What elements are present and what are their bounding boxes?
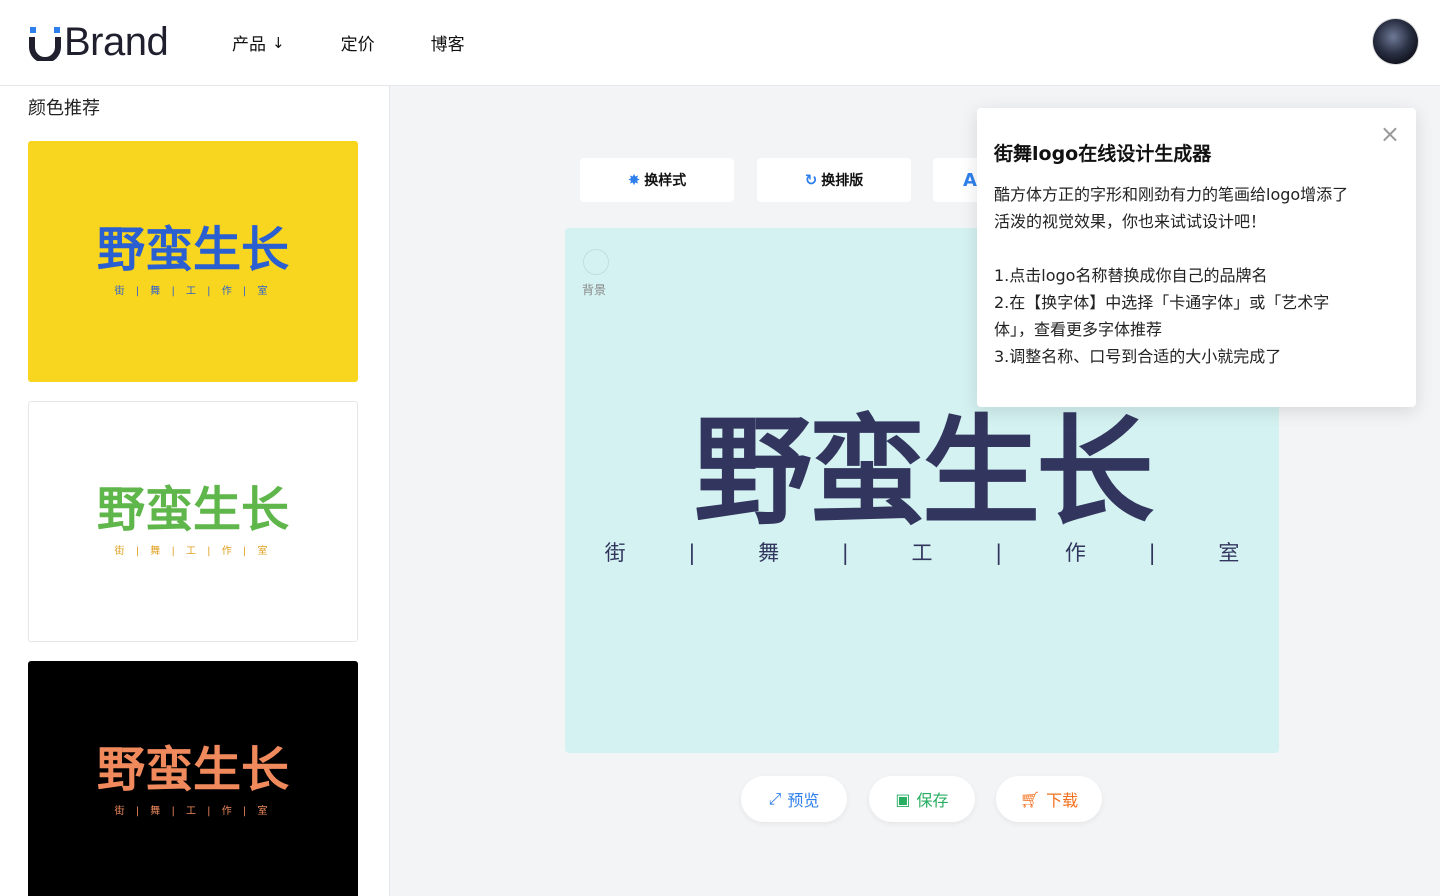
nav-item-pricing[interactable]: 定价	[341, 30, 375, 55]
swatch-sub-text: 街 | 舞 | 工 | 作 | 室	[114, 286, 272, 297]
download-label: 下载	[1046, 791, 1079, 810]
color-sidebar: 颜色推荐 野蛮生长 街 | 舞 | 工 | 作 | 室 野蛮生长 街 | 舞 |…	[0, 86, 390, 896]
nav-item-blog[interactable]: 博客	[431, 30, 465, 55]
close-icon[interactable]: ×	[1380, 122, 1400, 146]
popup-intro-line: 活泼的视觉效果，你也来试试设计吧！	[994, 212, 1267, 231]
save-button[interactable]: ▣ 保存	[869, 776, 975, 822]
change-style-button[interactable]: ✸ 换样式	[580, 158, 734, 202]
swatch-sub-text: 街 | 舞 | 工 | 作 | 室	[114, 546, 272, 557]
expand-icon: ⤢	[768, 789, 782, 808]
popup-step: 1.点击logo名称替换成你自己的品牌名	[994, 266, 1268, 285]
save-label: 保存	[916, 791, 949, 810]
guide-popup: × 街舞logo在线设计生成器 酷方体方正的字形和刚劲有力的笔画给logo增添了…	[977, 108, 1416, 407]
top-header: Brand 产品 ↓ 定价 博客	[0, 0, 1440, 86]
user-avatar[interactable]	[1373, 19, 1418, 64]
popup-step: 3.调整名称、口号到合适的大小就完成了	[994, 347, 1282, 366]
download-button[interactable]: 🛒︎ 下载	[996, 776, 1102, 822]
logo-slogan-text[interactable]: 街 | 舞 | 工 | 作 | 室	[565, 537, 1279, 567]
sidebar-title: 颜色推荐	[28, 98, 100, 119]
change-layout-label: 换排版	[821, 173, 864, 189]
arrow-down-icon: ↓	[272, 33, 285, 52]
logo-u-icon	[28, 23, 62, 63]
star-icon: ✸	[627, 171, 641, 189]
popup-body: 酷方体方正的字形和刚劲有力的笔画给logo增添了 活泼的视觉效果，你也来试试设计…	[994, 181, 1404, 370]
color-swatch-yellow[interactable]: 野蛮生长 街 | 舞 | 工 | 作 | 室	[28, 141, 358, 382]
background-color-picker[interactable]	[583, 249, 609, 275]
logo-main-text[interactable]: 野蛮生长	[565, 413, 1279, 531]
nav-item-products[interactable]: 产品 ↓	[232, 30, 285, 56]
logo-text: Brand	[64, 19, 169, 64]
cart-icon: 🛒︎	[1019, 789, 1041, 809]
popup-title: 街舞logo在线设计生成器	[994, 143, 1212, 165]
main-nav: 产品 ↓ 定价 博客	[232, 30, 521, 56]
nav-item-label: 博客	[430, 35, 465, 55]
brand-logo[interactable]: Brand	[28, 18, 169, 66]
color-swatch-white[interactable]: 野蛮生长 街 | 舞 | 工 | 作 | 室	[28, 401, 358, 642]
swatch-logo-text: 野蛮生长	[96, 482, 289, 538]
swatch-sub-text: 街 | 舞 | 工 | 作 | 室	[114, 806, 272, 817]
preview-label: 预览	[787, 791, 820, 810]
nav-item-label: 产品	[232, 35, 266, 55]
save-icon: ▣	[895, 789, 911, 809]
nav-item-label: 定价	[340, 35, 375, 55]
swatch-logo-text: 野蛮生长	[96, 222, 289, 278]
change-style-label: 换样式	[644, 173, 687, 189]
swatch-logo-text: 野蛮生长	[96, 742, 289, 798]
refresh-icon: ↻	[804, 171, 818, 189]
font-icon: A	[963, 169, 977, 191]
change-layout-button[interactable]: ↻ 换排版	[757, 158, 911, 202]
popup-intro-line: 酷方体方正的字形和刚劲有力的笔画给logo增添了	[994, 185, 1349, 204]
color-swatch-black[interactable]: 野蛮生长 街 | 舞 | 工 | 作 | 室	[28, 661, 358, 896]
preview-button[interactable]: ⤢ 预览	[741, 776, 847, 822]
popup-step: 2.在【换字体】中选择「卡通字体」或「艺术字	[994, 293, 1330, 312]
background-label: 背景	[582, 283, 607, 297]
popup-step: 体」，查看更多字体推荐	[994, 320, 1163, 339]
